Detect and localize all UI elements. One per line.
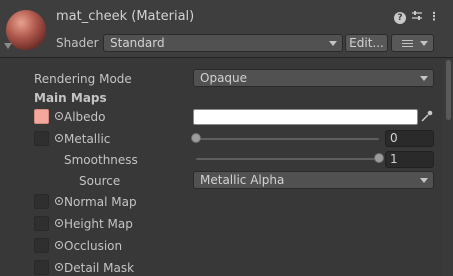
height-map-texture-slot[interactable] <box>34 216 49 231</box>
occlusion-label: Occlusion <box>64 239 123 253</box>
smoothness-slider-thumb[interactable] <box>374 153 384 163</box>
smoothness-slider-track[interactable] <box>196 158 379 160</box>
rendering-mode-dropdown[interactable]: Opaque <box>193 69 434 87</box>
albedo-color-field[interactable] <box>193 109 418 125</box>
chevron-down-icon <box>329 41 337 46</box>
list-icon <box>402 40 413 47</box>
shader-dropdown[interactable]: Standard <box>103 34 343 52</box>
rendering-mode-value: Opaque <box>200 71 248 85</box>
normal-map-label: Normal Map <box>64 195 137 209</box>
smoothness-value-field[interactable]: 1 <box>385 151 434 168</box>
main-maps-heading: Main Maps <box>34 91 107 105</box>
source-value: Metallic Alpha <box>200 173 285 187</box>
height-map-object-picker-icon[interactable] <box>55 219 63 227</box>
normal-map-object-picker-icon[interactable] <box>55 197 63 205</box>
metallic-slider-thumb[interactable] <box>191 133 201 143</box>
source-label: Source <box>79 174 121 188</box>
metallic-slider-track[interactable] <box>196 138 379 140</box>
metallic-label: Metallic <box>64 132 111 146</box>
chevron-down-icon <box>420 76 428 81</box>
material-title: mat_cheek (Material) <box>56 9 195 24</box>
albedo-texture-slot[interactable] <box>34 109 49 124</box>
metallic-texture-slot[interactable] <box>34 131 49 146</box>
occlusion-object-picker-icon[interactable] <box>55 241 63 249</box>
detail-mask-texture-slot[interactable] <box>34 260 49 275</box>
occlusion-texture-slot[interactable] <box>34 238 49 253</box>
scrollbar-thumb[interactable] <box>446 60 451 120</box>
height-map-label: Height Map <box>64 217 133 231</box>
albedo-object-picker-icon[interactable] <box>55 112 63 120</box>
foldout-arrow-icon[interactable] <box>4 43 12 49</box>
detail-mask-object-picker-icon[interactable] <box>55 263 63 271</box>
smoothness-source-dropdown[interactable]: Metallic Alpha <box>193 171 434 189</box>
shader-options-button[interactable] <box>391 34 434 52</box>
rendering-mode-label: Rendering Mode <box>34 72 132 86</box>
metallic-object-picker-icon[interactable] <box>55 134 63 142</box>
metallic-value-field[interactable]: 0 <box>385 130 434 147</box>
eyedropper-icon[interactable] <box>420 109 436 125</box>
detail-mask-label: Detail Mask <box>64 261 135 275</box>
normal-map-texture-slot[interactable] <box>34 194 49 209</box>
chevron-down-icon <box>420 41 428 46</box>
kebab-menu-icon[interactable]: ⋮ <box>427 10 441 24</box>
shader-label: Shader <box>56 36 99 50</box>
smoothness-label: Smoothness <box>64 153 138 167</box>
albedo-label: Albedo <box>64 110 106 124</box>
help-icon[interactable]: ? <box>393 10 407 24</box>
edit-shader-button[interactable]: Edit... <box>345 34 388 52</box>
preset-icon[interactable] <box>410 10 424 24</box>
shader-dropdown-value: Standard <box>110 36 165 50</box>
material-preview-sphere <box>6 10 46 50</box>
chevron-down-icon <box>420 178 428 183</box>
